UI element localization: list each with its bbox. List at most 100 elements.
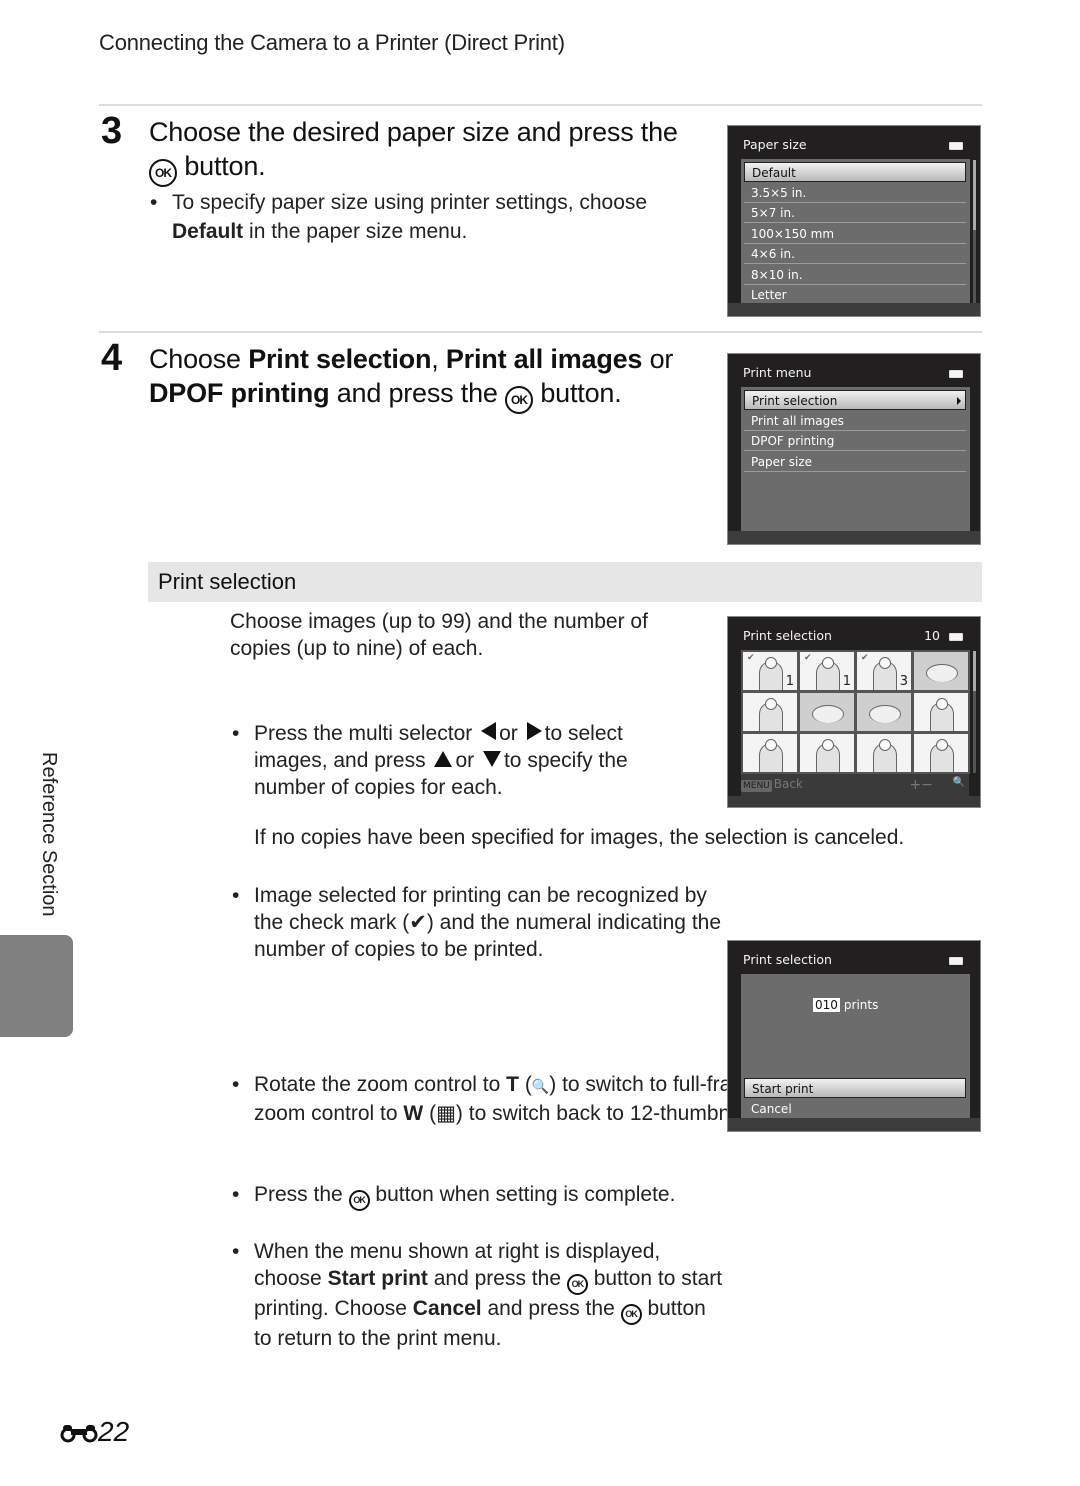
text-bold: Start print xyxy=(327,1267,428,1290)
thumbnail-portrait[interactable] xyxy=(914,734,968,772)
text: and press the xyxy=(433,1267,562,1290)
screen-title: Paper size xyxy=(743,137,807,152)
screen-title: Print selection xyxy=(743,952,832,967)
selection-count: 10 xyxy=(924,628,940,643)
scrollbar-thumb[interactable] xyxy=(973,160,976,230)
copies-adjust-icon: +− xyxy=(909,777,933,793)
ok-button-icon: OK xyxy=(620,1304,642,1325)
page-number-text: 22 xyxy=(98,1416,130,1447)
section-side-label: Reference Section xyxy=(30,752,60,922)
wide-label: W xyxy=(403,1102,424,1125)
zoom-magnifier-icon: 🔍 xyxy=(531,1078,550,1094)
thumbnail-portrait[interactable]: ✔ 1 xyxy=(743,652,797,690)
text: To specify paper size using printer sett… xyxy=(172,191,648,214)
print-selection-screen: Print selection 10 ✔ 1 ✔ 1 ✔ 3 MENU Back +− 🔍 xyxy=(727,616,981,808)
prints-label: prints xyxy=(843,998,879,1012)
bullet-press-ok: Press the OK button when setting is comp… xyxy=(230,1181,754,1211)
menu-item[interactable]: 3.5×5 in. xyxy=(744,183,966,203)
step-title-text: button. xyxy=(184,151,266,181)
right-arrow-icon xyxy=(526,722,542,740)
screen-bottom-bar xyxy=(728,1118,980,1131)
text-bold: DPOF printing xyxy=(149,378,330,408)
menu-item[interactable]: 4×6 in. xyxy=(744,244,966,264)
back-label[interactable]: Back xyxy=(774,777,803,791)
paper-size-screen: Paper size Default 3.5×5 in. 5×7 in. 100×15… xyxy=(727,125,981,317)
scrollbar[interactable] xyxy=(973,651,976,773)
print-check-icon: ✔ xyxy=(747,653,755,663)
ok-button-icon: OK xyxy=(149,159,177,187)
section-heading: Print selection xyxy=(158,569,297,594)
text: Press the xyxy=(254,1183,343,1206)
menu-item[interactable]: Paper size xyxy=(744,452,966,472)
menu-item[interactable]: Letter xyxy=(744,285,966,305)
thumbnail-family[interactable]: ✔ 3 xyxy=(857,652,911,690)
step-title-text: Choose the desired paper size and press … xyxy=(149,117,678,147)
thumbnail-person[interactable]: ✔ 1 xyxy=(800,652,854,690)
battery-full-icon xyxy=(949,142,963,150)
selection-canceled-note: If no copies have been specified for ima… xyxy=(254,826,905,849)
menu-item[interactable]: Print selection xyxy=(744,390,966,410)
text: , xyxy=(431,344,439,374)
side-label-text: Reference Section xyxy=(38,752,60,917)
thumbnail-grid-icon: ▦ xyxy=(436,1102,456,1125)
text-bold: Print selection xyxy=(248,344,432,374)
thumbnail-flower[interactable] xyxy=(800,693,854,731)
menu-item[interactable]: Start print xyxy=(744,1078,966,1098)
section-heading-bar: Print selection xyxy=(148,562,982,602)
copies-count: 3 xyxy=(899,674,908,689)
screen-frame xyxy=(969,974,980,1120)
menu-key-icon: MENU xyxy=(741,780,772,792)
battery-full-icon xyxy=(949,633,963,641)
step-number: 3 xyxy=(101,110,123,152)
bullet-start-print: When the menu shown at right is displaye… xyxy=(230,1238,724,1352)
text: Rotate the zoom control to xyxy=(254,1073,501,1096)
screen-frame xyxy=(728,387,741,533)
running-head: Connecting the Camera to a Printer (Dire… xyxy=(99,30,565,55)
check-mark-icon: ✔ xyxy=(409,911,427,934)
text: and press the xyxy=(336,378,498,408)
menu-item[interactable]: 5×7 in. xyxy=(744,203,966,223)
thumbnail-subject xyxy=(811,705,845,724)
screen-bottom-bar xyxy=(728,303,980,316)
menu-item[interactable]: 8×10 in. xyxy=(744,265,966,285)
text: Press the multi selector xyxy=(254,722,473,745)
menu-item[interactable]: Cancel xyxy=(744,1099,966,1119)
confirm-body: 010 prints Start print Cancel xyxy=(741,974,970,1120)
thumbnail-flower[interactable] xyxy=(857,693,911,731)
menu-item[interactable]: Print all images xyxy=(744,411,966,431)
thumbnail-person[interactable] xyxy=(743,734,797,772)
menu-item[interactable]: 100×150 mm xyxy=(744,224,966,244)
screen-frame xyxy=(969,387,980,533)
thumbnail-portrait[interactable] xyxy=(743,693,797,731)
section-intro: Choose images (up to 99) and the number … xyxy=(230,610,648,660)
menu-item[interactable]: Default xyxy=(744,162,966,182)
thumbnail-portrait[interactable] xyxy=(857,734,911,772)
menu-item[interactable]: DPOF printing xyxy=(744,431,966,451)
thumbnail-subject xyxy=(925,664,959,683)
prints-count: 010 prints xyxy=(813,998,878,1012)
scrollbar-thumb[interactable] xyxy=(973,651,976,691)
tele-label: T xyxy=(506,1073,519,1096)
divider xyxy=(99,104,982,106)
ok-button-icon: OK xyxy=(348,1190,370,1211)
ok-button-icon: OK xyxy=(505,386,534,414)
down-arrow-icon xyxy=(482,751,501,767)
page-number: 22 xyxy=(60,1416,129,1448)
thumbnail-flower[interactable] xyxy=(914,652,968,690)
thumbnail-person[interactable] xyxy=(914,693,968,731)
screen-frame xyxy=(728,650,741,796)
print-check-icon: ✔ xyxy=(861,653,869,663)
text: in the paper size menu. xyxy=(249,220,468,243)
menu-list: Default 3.5×5 in. 5×7 in. 100×150 mm 4×6 in.… xyxy=(741,159,970,305)
text: and press the xyxy=(487,1297,615,1320)
text: or xyxy=(649,344,674,374)
scrollbar[interactable] xyxy=(973,160,976,304)
battery-full-icon xyxy=(949,957,963,965)
screen-frame xyxy=(728,974,741,1120)
step-bullet: To specify paper size using printer sett… xyxy=(148,188,712,246)
step-title: Choose the desired paper size and press … xyxy=(149,115,709,187)
text-bold: Print all images xyxy=(445,344,643,374)
thumbnail-family[interactable] xyxy=(800,734,854,772)
submenu-arrow-icon xyxy=(957,397,961,405)
print-confirm-screen: Print selection 010 prints Start print Can… xyxy=(727,940,981,1132)
